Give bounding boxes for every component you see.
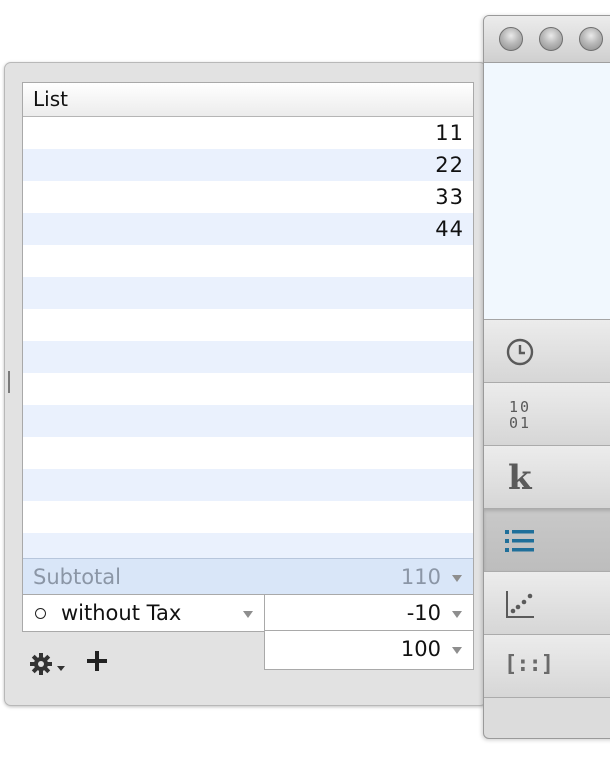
matrix-icon: [::]: [504, 652, 554, 677]
list-row[interactable]: [23, 341, 473, 373]
radio-circle-icon: [35, 608, 46, 619]
tab-constants[interactable]: k: [484, 446, 610, 509]
tax-amount-dropdown-icon: [452, 611, 462, 618]
list-row[interactable]: [23, 501, 473, 533]
drawer-resize-handle[interactable]: [8, 371, 10, 393]
subtotal-row[interactable]: Subtotal 110: [23, 558, 473, 594]
tax-mode-dropdown-icon: [243, 611, 253, 618]
binary-icon: 10 01: [509, 398, 532, 432]
list-drawer: List 11 22 33 44 Subtotal 110 without Ta…: [4, 62, 487, 706]
list-column-header[interactable]: List: [23, 83, 473, 117]
list-row[interactable]: [23, 437, 473, 469]
calculator-window: 10 01 k [::]: [483, 15, 610, 739]
total-value: 100: [400, 637, 441, 661]
scatter-icon: [506, 591, 534, 618]
gear-icon: [30, 653, 65, 675]
total-select[interactable]: 100: [264, 630, 474, 670]
list-table: List 11 22 33 44 Subtotal 110 without Ta…: [22, 82, 474, 632]
plus-icon: [87, 651, 107, 671]
tab-binary[interactable]: 10 01: [484, 383, 610, 446]
list-row[interactable]: [23, 469, 473, 501]
list-row[interactable]: 11: [23, 117, 473, 149]
list-row[interactable]: 44: [23, 213, 473, 245]
tax-mode-label: without Tax: [61, 601, 182, 625]
list-row[interactable]: [23, 277, 473, 309]
tax-row: without Tax -10: [23, 594, 473, 631]
k-icon: k: [508, 458, 532, 498]
clock-icon: [506, 338, 534, 366]
tab-matrix[interactable]: [::]: [484, 635, 610, 698]
subtotal-label: Subtotal: [33, 565, 121, 589]
tab-statistics[interactable]: [484, 572, 610, 635]
subtotal-dropdown-icon[interactable]: [452, 575, 462, 582]
calculator-display: [484, 63, 610, 320]
list-row[interactable]: [23, 245, 473, 277]
window-titlebar[interactable]: [484, 16, 610, 63]
mode-tabs: 10 01 k [::]: [484, 320, 610, 698]
list-row[interactable]: [23, 405, 473, 437]
list-rows: 11 22 33 44: [23, 117, 473, 565]
list-row[interactable]: [23, 309, 473, 341]
list-icon: [505, 530, 534, 552]
tax-mode-select[interactable]: without Tax: [23, 595, 265, 631]
list-row[interactable]: [23, 373, 473, 405]
list-row[interactable]: 33: [23, 181, 473, 213]
total-dropdown-icon: [452, 647, 462, 654]
gear-menu-button[interactable]: [29, 651, 73, 677]
tab-list[interactable]: [484, 509, 610, 572]
close-button[interactable]: [499, 27, 523, 51]
list-row[interactable]: 22: [23, 149, 473, 181]
add-button[interactable]: [85, 649, 109, 673]
tax-amount-value: -10: [406, 601, 441, 625]
zoom-button[interactable]: [579, 27, 603, 51]
minimize-button[interactable]: [539, 27, 563, 51]
tab-history[interactable]: [484, 320, 610, 383]
tax-amount-select[interactable]: -10: [265, 595, 473, 631]
subtotal-value: 110: [400, 565, 441, 589]
